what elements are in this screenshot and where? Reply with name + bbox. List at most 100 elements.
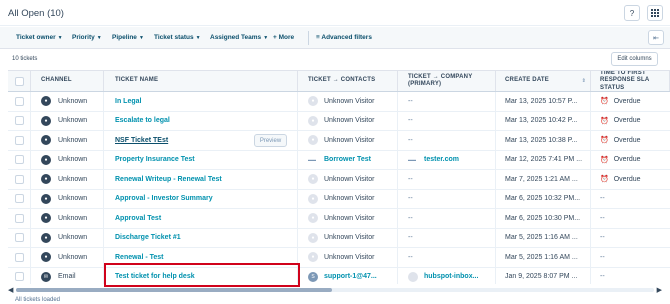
apps-button[interactable] bbox=[647, 5, 663, 21]
table-row[interactable]: ● Unknown Property Insurance Test ▬▬ Borrowe… bbox=[8, 150, 670, 170]
ticket-name-link[interactable]: Discharge Ticket #1 bbox=[115, 234, 181, 241]
help-icon: ? bbox=[629, 8, 635, 18]
row-checkbox[interactable] bbox=[14, 96, 24, 106]
company-link[interactable]: hubspot-inbox... bbox=[424, 273, 478, 280]
caret-down-icon: ▼ bbox=[263, 35, 269, 41]
contact-name: Unknown Visitor bbox=[324, 214, 375, 222]
ticket-name-cell: Escalate to legal bbox=[104, 111, 298, 130]
ticket-name-cell: Renewal Writeup - Renewal Test bbox=[104, 170, 298, 189]
table-header-row: CHANNEL TICKET NAME TICKET → CONTACTS TI… bbox=[8, 70, 670, 92]
row-select-cell bbox=[8, 228, 31, 247]
help-button[interactable]: ? bbox=[624, 5, 640, 21]
row-checkbox[interactable] bbox=[14, 194, 24, 204]
channel-label: Unknown bbox=[58, 136, 88, 144]
company-cell: hubspot-inbox... bbox=[398, 267, 496, 284]
company-cell: -- bbox=[398, 228, 496, 247]
row-checkbox[interactable] bbox=[14, 252, 24, 262]
contact-name: Unknown Visitor bbox=[324, 253, 375, 261]
filter-priority[interactable]: Priority ▼ bbox=[72, 34, 102, 41]
horizontal-scrollbar[interactable]: ◀ ▶ bbox=[8, 286, 662, 294]
ticket-name-link[interactable]: NSF Ticket TEst bbox=[115, 137, 168, 144]
ticket-name-link[interactable]: Renewal - Test bbox=[115, 254, 164, 261]
scroll-right-icon[interactable]: ▶ bbox=[657, 286, 662, 294]
sla-status: Overdue bbox=[613, 97, 641, 105]
contact-logo-icon: ▬▬ bbox=[308, 157, 316, 163]
column-header-channel[interactable]: CHANNEL bbox=[31, 71, 104, 91]
collapse-button[interactable]: ⇤ bbox=[648, 30, 664, 45]
row-checkbox[interactable] bbox=[14, 174, 24, 184]
row-checkbox[interactable] bbox=[14, 233, 24, 243]
row-checkbox[interactable] bbox=[14, 272, 24, 282]
table-row[interactable]: ● Unknown Approval Test ● Unknown Visitor -- M… bbox=[8, 209, 670, 229]
column-header-create-date[interactable]: CREATE DATE ⇕ bbox=[496, 71, 591, 91]
ticket-name-link[interactable]: Approval Test bbox=[115, 215, 161, 222]
column-header-company[interactable]: TICKET → COMPANY (PRIMARY) bbox=[398, 71, 496, 91]
person-icon: ● bbox=[308, 213, 318, 224]
ticket-name-link[interactable]: Escalate to legal bbox=[115, 117, 170, 124]
channel-cell: ● Unknown bbox=[31, 150, 104, 169]
ticket-name-link[interactable]: In Legal bbox=[115, 98, 141, 105]
scroll-thumb[interactable] bbox=[16, 288, 332, 292]
create-date-cell: Mar 5, 2025 1:16 AM ... bbox=[496, 248, 591, 267]
company-link[interactable]: tester.com bbox=[424, 156, 459, 163]
channel-label: Unknown bbox=[58, 117, 88, 125]
company-empty: -- bbox=[408, 234, 413, 242]
table-row[interactable]: ● Unknown NSF Ticket TEst Preview ● Unknown V… bbox=[8, 131, 670, 151]
table-row[interactable]: ● Unknown Discharge Ticket #1 ● Unknown Visi… bbox=[8, 228, 670, 248]
ticket-name-link[interactable]: Property Insurance Test bbox=[115, 156, 195, 163]
ticket-name-cell: Property Insurance Test bbox=[104, 150, 298, 169]
row-select-cell bbox=[8, 111, 31, 130]
filter-lines-icon: ≡ bbox=[316, 34, 320, 41]
row-checkbox[interactable] bbox=[14, 116, 24, 126]
scroll-left-icon[interactable]: ◀ bbox=[8, 286, 13, 294]
channel-label: Unknown bbox=[58, 195, 88, 203]
sort-icon: ⇕ bbox=[581, 78, 586, 84]
filter-ticket-status[interactable]: Ticket status ▼ bbox=[154, 34, 201, 41]
more-filters-button[interactable]: + More bbox=[273, 34, 294, 41]
ticket-name-cell: Discharge Ticket #1 bbox=[104, 228, 298, 247]
filter-pipeline[interactable]: Pipeline ▼ bbox=[112, 34, 144, 41]
preview-button[interactable]: Preview bbox=[254, 134, 287, 147]
alarm-clock-icon: ⏰ bbox=[600, 156, 609, 164]
create-date: Mar 5, 2025 1:16 AM ... bbox=[505, 234, 578, 242]
sla-status: -- bbox=[600, 214, 605, 222]
column-header-sla[interactable]: TIME TO FIRST RESPONSE SLA STATUS bbox=[591, 71, 670, 91]
person-icon: ● bbox=[308, 96, 318, 107]
sla-status: Overdue bbox=[613, 156, 641, 164]
column-header-ticket-name[interactable]: TICKET NAME bbox=[104, 71, 298, 91]
ticket-name-link[interactable]: Approval - Investor Summary bbox=[115, 195, 213, 202]
company-cell: -- bbox=[398, 170, 496, 189]
company-empty: -- bbox=[408, 195, 413, 203]
channel-label: Unknown bbox=[58, 214, 88, 222]
filter-ticket-owner[interactable]: Ticket owner ▼ bbox=[16, 34, 63, 41]
company-empty: -- bbox=[408, 175, 413, 183]
table-row[interactable]: ● Unknown Approval - Investor Summary ● Unkn… bbox=[8, 189, 670, 209]
ticket-name-link[interactable]: Renewal Writeup - Renewal Test bbox=[115, 176, 222, 183]
ticket-name-cell: In Legal bbox=[104, 92, 298, 111]
row-checkbox[interactable] bbox=[14, 135, 24, 145]
select-all-checkbox[interactable] bbox=[14, 76, 24, 86]
sla-cell: ⏰ Overdue bbox=[591, 131, 670, 150]
company-empty: -- bbox=[408, 97, 413, 105]
company-cell: -- bbox=[398, 248, 496, 267]
table-row[interactable]: ● Unknown Renewal Writeup - Renewal Test ● U… bbox=[8, 170, 670, 190]
chat-icon: ● bbox=[41, 135, 51, 146]
row-checkbox[interactable] bbox=[14, 213, 24, 223]
caret-down-icon: ▼ bbox=[138, 35, 144, 41]
table-row[interactable]: ● Unknown In Legal ● Unknown Visitor -- Mar 13… bbox=[8, 92, 670, 112]
advanced-filters-button[interactable]: ≡ Advanced filters bbox=[316, 34, 372, 41]
column-header-contacts[interactable]: TICKET → CONTACTS bbox=[298, 71, 398, 91]
contact-link[interactable]: support-1@47... bbox=[324, 273, 377, 280]
contact-link[interactable]: Borrower Test bbox=[324, 156, 371, 163]
filter-assigned-teams[interactable]: Assigned Teams ▼ bbox=[210, 34, 268, 41]
contacts-cell: ● Unknown Visitor bbox=[298, 189, 398, 208]
channel-cell: ● Unknown bbox=[31, 111, 104, 130]
create-date: Mar 7, 2025 1:21 AM ... bbox=[505, 175, 578, 183]
table-row[interactable]: ● Unknown Escalate to legal ● Unknown Visito… bbox=[8, 111, 670, 131]
create-date: Mar 13, 2025 10:57 P... bbox=[505, 97, 578, 105]
company-cell: ▬▬ tester.com bbox=[398, 150, 496, 169]
row-checkbox[interactable] bbox=[14, 155, 24, 165]
edit-columns-button[interactable]: Edit columns bbox=[611, 52, 658, 66]
channel-cell: ● Unknown bbox=[31, 131, 104, 150]
row-select-cell bbox=[8, 209, 31, 228]
